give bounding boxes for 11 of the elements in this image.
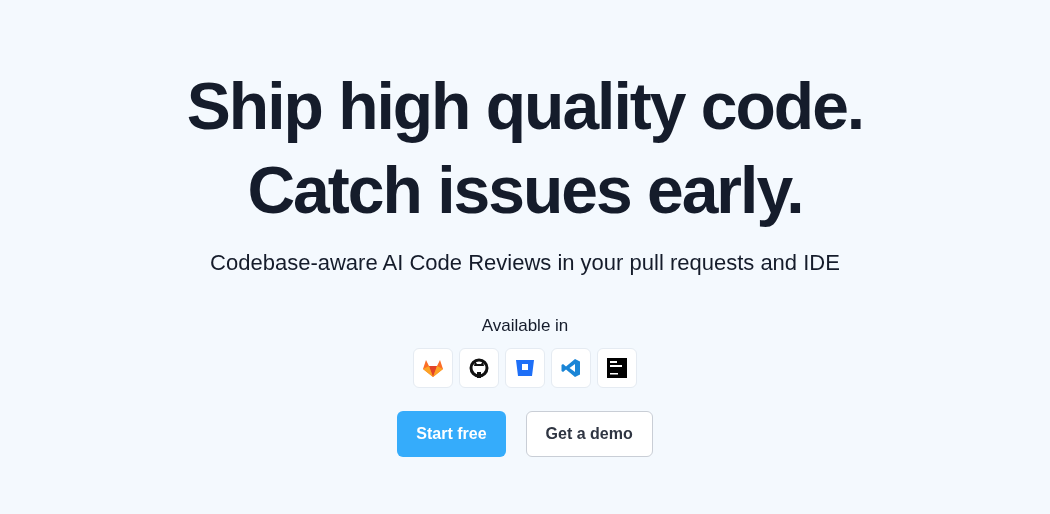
- bucket-icon: [516, 359, 534, 377]
- ide-logo-icon: [607, 358, 627, 378]
- headline: Catch issues early.: [247, 152, 803, 229]
- platform-button[interactable]: [597, 348, 637, 388]
- available-label: Available in: [481, 316, 569, 336]
- platform-button[interactable]: [459, 348, 499, 388]
- code-editor-icon: [561, 358, 581, 378]
- demo-button[interactable]: Get a demo: [525, 411, 653, 457]
- fox-icon: [423, 359, 443, 377]
- headline: Ship high quality code.: [186, 68, 864, 145]
- subtitle: Codebase-aware AI Code Reviews in your pull requests and IDE: [210, 250, 840, 276]
